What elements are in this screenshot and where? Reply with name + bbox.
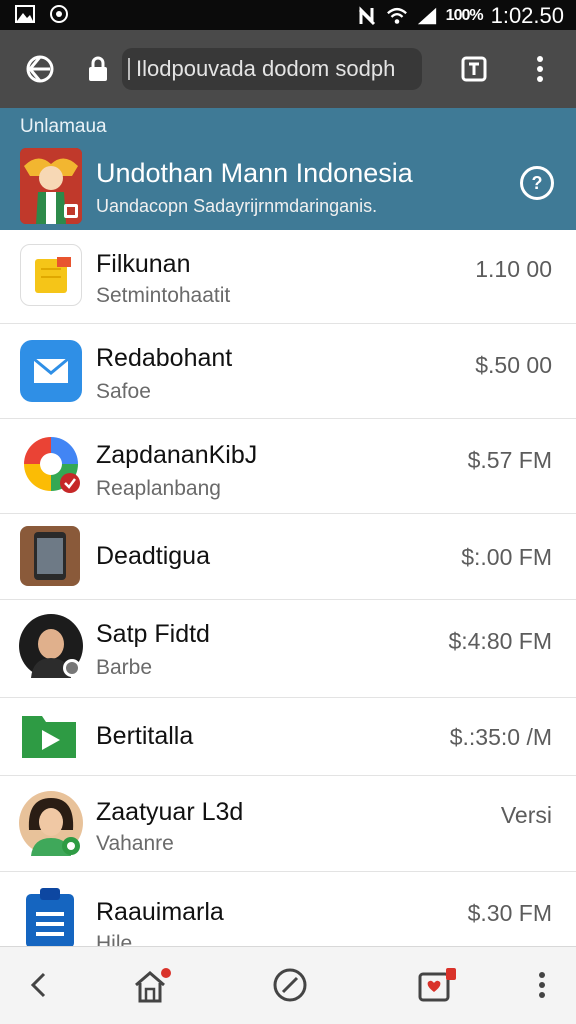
- item-subtitle: Barbe: [96, 656, 153, 679]
- clock: 1:02.50: [490, 3, 564, 28]
- item-subtitle: Hile: [96, 932, 133, 946]
- inbox-icon[interactable]: [410, 959, 462, 1011]
- notes-app-icon: [20, 244, 82, 306]
- help-button[interactable]: ?: [520, 166, 554, 200]
- avatar: [19, 790, 83, 856]
- whatsapp-icon: [48, 4, 70, 24]
- item-title: Zaatyuar L3d: [96, 798, 244, 826]
- item-subtitle: Setmintohaatit: [96, 284, 231, 307]
- home-icon[interactable]: [18, 47, 62, 91]
- item-title: Bertitalla: [96, 722, 194, 750]
- page-subtitle: Uandacopn Sadayrijrnmdaringanis.: [96, 196, 378, 216]
- item-title: Satp Fidtd: [96, 620, 210, 648]
- clipboard-icon: [22, 886, 78, 946]
- item-title: Deadtigua: [96, 542, 210, 570]
- play-folder-icon: [20, 706, 78, 764]
- battery-level: 100%: [445, 7, 484, 24]
- site-header: Unlamaua Undothan Mann Indonesia Uandaco…: [0, 108, 576, 230]
- menu-icon[interactable]: [518, 47, 562, 91]
- avatar: [19, 614, 83, 678]
- url-field[interactable]: Ilodpouvada dodom sodph: [122, 48, 422, 90]
- compass-icon[interactable]: [264, 959, 316, 1011]
- list-item[interactable]: Zaatyuar L3d Vahanre Versi: [0, 776, 576, 872]
- colorful-app-icon: [20, 433, 82, 495]
- item-price: $:.00 FM: [461, 544, 552, 570]
- garuda-logo-icon: [20, 148, 82, 224]
- item-subtitle: Reaplanbang: [96, 477, 221, 500]
- item-price: $.57 FM: [467, 447, 552, 473]
- mail-app-icon: [20, 340, 82, 402]
- screen: 100% 1:02.50 Ilodpouvada dodom sodph Unl…: [0, 0, 576, 1024]
- item-title: Filkunan: [96, 250, 191, 278]
- wifi-icon: [386, 6, 408, 26]
- item-price: $.30 FM: [467, 900, 552, 926]
- list-item[interactable]: Bertitalla $.:35:0 /M: [0, 698, 576, 776]
- item-price: 1.10 00: [475, 256, 552, 282]
- item-price: $.:35:0 /M: [449, 724, 552, 750]
- list-item[interactable]: Filkunan Setmintohaatit 1.10 00: [0, 230, 576, 324]
- list-item[interactable]: Raauimarla Hile $.30 FM: [0, 872, 576, 946]
- gallery-icon: [14, 4, 36, 24]
- phone-device-icon: [20, 526, 80, 586]
- lock-icon: [76, 47, 120, 91]
- browser-toolbar: Ilodpouvada dodom sodph: [0, 30, 576, 108]
- item-title: Raauimarla: [96, 898, 224, 926]
- item-title: Redabohant: [96, 344, 233, 372]
- item-price: $:4:80 FM: [448, 628, 552, 654]
- page-title: Undothan Mann Indonesia: [96, 158, 413, 188]
- home-icon[interactable]: [126, 959, 178, 1011]
- signal-icon: [416, 6, 438, 26]
- item-subtitle: Safoe: [96, 380, 151, 403]
- mute-icon: [356, 6, 378, 26]
- item-price: Versi: [500, 802, 552, 828]
- status-bar: 100% 1:02.50: [0, 0, 576, 30]
- list-item[interactable]: Deadtigua $:.00 FM: [0, 514, 576, 600]
- item-title: ZapdananKibJ: [96, 441, 258, 469]
- list-item[interactable]: Satp Fidtd Barbe $:4:80 FM: [0, 600, 576, 698]
- item-price: $.50 00: [475, 352, 552, 378]
- item-subtitle: Vahanre: [96, 832, 174, 855]
- breadcrumb[interactable]: Unlamaua: [20, 116, 107, 138]
- app-list: Filkunan Setmintohaatit 1.10 00 Redaboha…: [0, 230, 576, 946]
- more-icon[interactable]: [516, 959, 568, 1011]
- list-item[interactable]: ZapdananKibJ Reaplanbang $.57 FM: [0, 419, 576, 514]
- back-icon[interactable]: [12, 959, 64, 1011]
- tabs-icon[interactable]: [452, 47, 496, 91]
- bottom-navigation: [0, 946, 576, 1024]
- list-item[interactable]: Redabohant Safoe $.50 00: [0, 324, 576, 419]
